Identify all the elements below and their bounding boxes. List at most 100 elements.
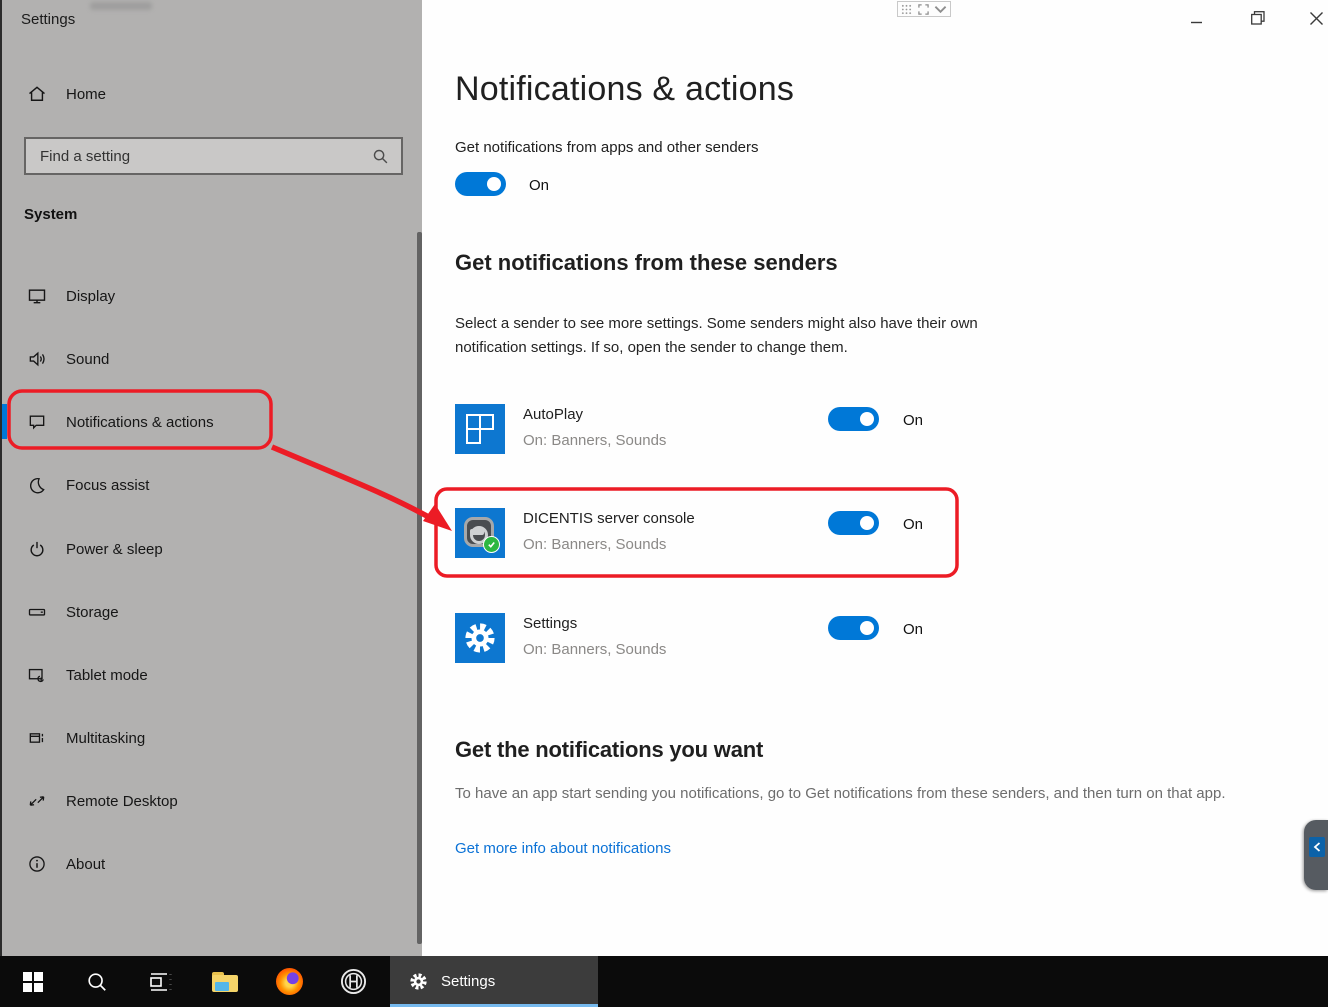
selected-item-accent-bar [2, 404, 7, 439]
sidebar-item-storage[interactable]: Storage [16, 592, 406, 632]
sidebar-item-notifications[interactable]: Notifications & actions [16, 402, 406, 442]
sender-name: Settings [523, 615, 577, 632]
sender-detail: On: Banners, Sounds [523, 432, 666, 449]
screenshare-mini-toolbar[interactable] [897, 1, 951, 17]
home-icon [27, 84, 47, 104]
display-icon [27, 286, 47, 306]
file-explorer-button[interactable] [202, 956, 248, 1007]
chevron-left-icon [1313, 842, 1321, 852]
windows-logo-icon [23, 972, 43, 992]
sidebar-item-label: Focus assist [66, 477, 149, 494]
master-toggle-label: Get notifications from apps and other se… [455, 139, 759, 156]
want-section-description: To have an app start sending you notific… [455, 781, 1328, 806]
settings-app-icon [455, 613, 505, 663]
close-button[interactable] [1301, 6, 1328, 30]
find-a-setting-searchbox[interactable] [24, 137, 403, 175]
taskbar-search-button[interactable] [74, 956, 120, 1007]
sender-toggle-state: On [903, 621, 923, 638]
sidebar-item-tablet-mode[interactable]: Tablet mode [16, 655, 406, 695]
sidebar-item-multitasking[interactable]: Multitasking [16, 718, 406, 758]
sidebar-item-label: Tablet mode [66, 667, 148, 684]
multitasking-icon [27, 728, 47, 748]
minimize-icon [1190, 12, 1203, 25]
teamviewer-dock-panel[interactable] [1304, 820, 1328, 890]
settings-sidebar: Settings Home System Display Sound Notif… [0, 0, 422, 956]
sender-name: AutoPlay [523, 406, 583, 423]
redacted-smudge [90, 2, 152, 10]
dicentis-toggle[interactable] [828, 511, 879, 535]
sidebar-item-power-sleep[interactable]: Power & sleep [16, 529, 406, 569]
search-icon[interactable] [372, 148, 389, 165]
sidebar-item-focus-assist[interactable]: Focus assist [16, 465, 406, 505]
sidebar-item-label: Home [66, 86, 106, 103]
remote-desktop-icon [27, 791, 47, 811]
dicentis-app-icon [455, 508, 505, 558]
sidebar-item-remote-desktop[interactable]: Remote Desktop [16, 781, 406, 821]
sidebar-item-label: Multitasking [66, 730, 145, 747]
sender-row-dicentis[interactable]: DICENTIS server console On: Banners, Sou… [455, 508, 1015, 562]
folder-icon [212, 972, 238, 992]
sidebar-item-label: Sound [66, 351, 109, 368]
green-check-badge [483, 536, 500, 553]
sound-icon [27, 349, 47, 369]
expand-icon[interactable] [918, 4, 929, 15]
sidebar-item-home[interactable]: Home [16, 74, 406, 114]
settings-taskbar-button-active[interactable]: Settings [390, 956, 598, 1007]
notifications-master-toggle[interactable] [455, 172, 506, 196]
sender-detail: On: Banners, Sounds [523, 641, 666, 658]
bosch-app-button[interactable] [330, 956, 376, 1007]
autoplay-toggle[interactable] [828, 407, 879, 431]
sender-row-settings[interactable]: Settings On: Banners, Sounds On [455, 613, 1015, 667]
desktop-screen: Settings Home System Display Sound Notif… [0, 0, 1328, 1007]
sidebar-item-label: About [66, 856, 105, 873]
sidebar-item-sound[interactable]: Sound [16, 339, 406, 379]
tablet-mode-icon [27, 665, 47, 685]
start-button[interactable] [10, 956, 56, 1007]
senders-section-heading: Get notifications from these senders [455, 250, 838, 276]
grid-dots-icon[interactable] [901, 4, 912, 15]
more-info-link[interactable]: Get more info about notifications [455, 840, 671, 857]
sender-detail: On: Banners, Sounds [523, 536, 666, 553]
focus-assist-icon [27, 475, 47, 495]
master-toggle-state: On [529, 177, 549, 194]
sidebar-item-label: Remote Desktop [66, 793, 178, 810]
sender-toggle-state: On [903, 516, 923, 533]
close-icon [1309, 11, 1324, 26]
settings-sender-toggle[interactable] [828, 616, 879, 640]
want-section-heading: Get the notifications you want [455, 737, 763, 763]
firefox-icon [276, 968, 303, 995]
power-icon [27, 539, 47, 559]
storage-icon [27, 602, 47, 622]
search-input[interactable] [26, 148, 372, 165]
settings-task-label: Settings [441, 973, 495, 990]
toggle-knob [860, 412, 874, 426]
minimize-button[interactable] [1181, 6, 1211, 30]
gear-icon [409, 972, 428, 991]
sidebar-item-label: Notifications & actions [66, 414, 214, 431]
sidebar-item-about[interactable]: About [16, 844, 406, 884]
sender-name: DICENTIS server console [523, 510, 695, 527]
task-view-button[interactable] [138, 956, 184, 1007]
sidebar-item-label: Power & sleep [66, 541, 163, 558]
sidebar-item-label: Storage [66, 604, 119, 621]
sidebar-section-system: System [24, 206, 77, 223]
toggle-knob [487, 177, 501, 191]
sidebar-item-display[interactable]: Display [16, 276, 406, 316]
gear-icon [463, 621, 497, 655]
window-title: Settings [21, 11, 75, 28]
restore-button[interactable] [1243, 6, 1273, 30]
about-icon [27, 854, 47, 874]
senders-section-description: Select a sender to see more settings. So… [455, 312, 1033, 360]
sender-row-autoplay[interactable]: AutoPlay On: Banners, Sounds On [455, 404, 1015, 458]
dock-collapse-chip[interactable] [1309, 837, 1325, 857]
chevron-down-icon[interactable] [934, 5, 947, 14]
autoplay-app-icon [455, 404, 505, 454]
bosch-logo-icon [340, 968, 367, 995]
search-icon [86, 971, 108, 993]
firefox-button[interactable] [266, 956, 312, 1007]
restore-icon [1251, 11, 1265, 25]
task-view-icon [149, 970, 173, 994]
sender-toggle-state: On [903, 412, 923, 429]
sidebar-item-label: Display [66, 288, 115, 305]
page-title: Notifications & actions [455, 70, 794, 109]
